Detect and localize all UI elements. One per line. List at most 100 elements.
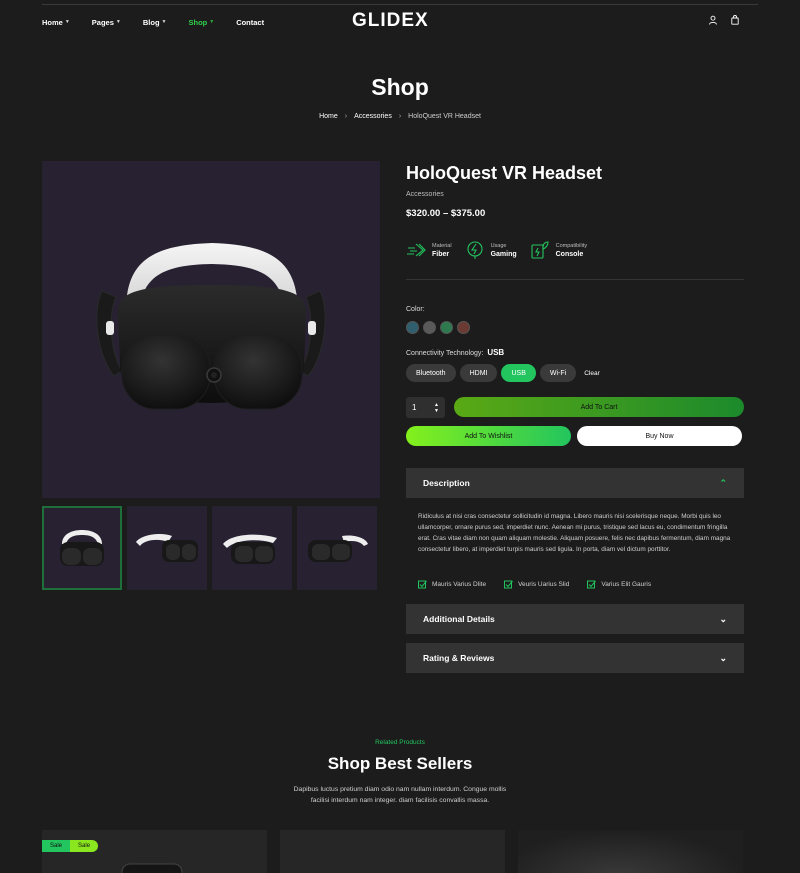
buy-now-button[interactable]: Buy Now (577, 426, 742, 446)
chevron-down-icon: ▼ (115, 19, 121, 25)
breadcrumb-accessories[interactable]: Accessories (354, 113, 392, 120)
feature-value: Fiber (432, 250, 450, 258)
chevron-down-icon[interactable]: ▼ (434, 408, 439, 414)
accordion-description-header[interactable]: Description ⌃ (406, 468, 744, 498)
quantity-value: 1 (412, 403, 417, 412)
thumbnail-back[interactable] (297, 506, 377, 590)
related-description-line: Dapibus luctus pretium diam odio nam nul… (293, 786, 507, 793)
feature-compatibility: Compatibility Console (530, 240, 587, 260)
nav-item-blog[interactable]: Blog ▼ (143, 18, 167, 27)
thumbnail-front[interactable] (42, 506, 122, 590)
thumbnail-side[interactable] (127, 506, 207, 590)
breadcrumb: Home › Accessories › HoloQuest VR Headse… (0, 113, 800, 120)
eco-power-icon (531, 241, 549, 259)
related-subtitle: Related Products (375, 739, 425, 746)
nav-label: Home (42, 17, 63, 27)
checkbox-icon (587, 580, 597, 589)
product-category[interactable]: Accessories (406, 191, 444, 198)
accordion-title: Rating & Reviews (423, 653, 495, 663)
stepper-arrows: ▲ ▼ (434, 402, 439, 414)
chevron-up-icon: ⌃ (719, 477, 727, 488)
color-swatch-green[interactable] (440, 321, 453, 334)
checklist-item: Veuris Uarius Slid (504, 580, 569, 589)
product-card[interactable] (280, 830, 505, 873)
color-swatches (406, 321, 470, 334)
chevron-right-icon: › (344, 113, 348, 120)
thumbnail-angle[interactable] (212, 506, 292, 590)
related-title: Shop Best Sellers (327, 754, 473, 773)
nav-item-home[interactable]: Home ▼ (42, 18, 70, 27)
chevron-down-icon: ▼ (161, 19, 167, 25)
chevron-down-icon: ▼ (64, 19, 70, 25)
accordion-rating-reviews-header[interactable]: Rating & Reviews ⌄ (406, 643, 744, 673)
checklist-item: Varius Elit Gauris (587, 580, 651, 589)
breadcrumb-home[interactable]: Home (319, 113, 338, 120)
chevron-right-icon: › (398, 113, 402, 120)
chevron-down-icon: ⌄ (719, 652, 727, 663)
connectivity-options: Bluetooth HDMI USB Wi-Fi Clear (406, 364, 600, 382)
lightning-icon (467, 241, 483, 259)
checklist-label: Veuris Uarius Slid (518, 581, 570, 588)
chevron-down-icon: ▼ (209, 19, 215, 25)
nav-label: Blog (142, 17, 160, 27)
option-usb[interactable]: USB (501, 364, 536, 382)
product-main-image[interactable] (42, 161, 380, 498)
nav-item-shop[interactable]: Shop ▼ (188, 18, 214, 27)
nav-label: Contact (236, 17, 265, 27)
vr-headset-thumb (308, 535, 368, 562)
add-to-wishlist-button[interactable]: Add To Wishlist (406, 426, 571, 446)
description-checklist: Mauris Varius Dlite Veuris Uarius Slid V… (418, 580, 651, 589)
nav-item-pages[interactable]: Pages ▼ (92, 18, 121, 27)
checklist-label: Varius Elit Gauris (601, 581, 652, 588)
vr-headset-thumb (136, 534, 198, 562)
breadcrumb-current: HoloQuest VR Headset (408, 113, 481, 120)
feature-label: Material (432, 242, 452, 249)
top-divider (42, 4, 758, 5)
option-bluetooth[interactable]: Bluetooth (406, 364, 456, 382)
product-card[interactable] (518, 830, 743, 873)
product-title: HoloQuest VR Headset (406, 163, 603, 183)
main-nav: Home ▼ Pages ▼ Blog ▼ Shop ▼ Contact (42, 14, 264, 30)
feature-usage: Usage Gaming (465, 240, 517, 260)
color-swatch-brown[interactable] (457, 321, 470, 334)
add-to-cart-button[interactable]: Add To Cart (454, 397, 744, 417)
vr-headset-thumb (223, 534, 277, 564)
color-swatch-gray[interactable] (423, 321, 436, 334)
nav-item-contact[interactable]: Contact (236, 18, 264, 27)
feature-label: Compatibility (555, 242, 588, 249)
site-logo[interactable]: GLIDEX (352, 10, 429, 32)
product-image (121, 863, 183, 873)
user-icon[interactable] (708, 15, 718, 25)
vr-headset-thumb (60, 530, 104, 566)
related-description: Dapibus luctus pretium diam odio nam nul… (0, 784, 800, 806)
accordion-additional-details-header[interactable]: Additional Details ⌄ (406, 604, 744, 634)
nav-icons (708, 15, 740, 25)
accordion-title: Description (423, 478, 470, 488)
page-title: Shop (371, 74, 429, 100)
option-wifi[interactable]: Wi-Fi (539, 364, 577, 382)
fiber-icon (407, 243, 426, 257)
nav-label: Pages (91, 17, 114, 27)
product-card[interactable]: Sale Sale (42, 830, 267, 873)
feature-label: Usage (490, 242, 507, 249)
related-description-line: facilisi interdum nam integer. diam faci… (310, 797, 490, 804)
accordion-title: Additional Details (423, 614, 495, 624)
option-hdmi[interactable]: HDMI (459, 364, 498, 382)
product-cards: Sale Sale (42, 830, 744, 873)
color-label: Color: (406, 306, 425, 313)
bag-icon[interactable] (730, 15, 740, 25)
feature-list: Material Fiber Usage Gaming Compatibility C… (406, 240, 587, 260)
product-price: $320.00 – $375.00 (406, 208, 486, 219)
checkbox-icon (418, 580, 427, 589)
color-swatch-teal[interactable] (406, 321, 419, 334)
chevron-down-icon: ⌄ (719, 613, 727, 624)
divider (406, 279, 744, 280)
checklist-item: Mauris Varius Dlite (418, 580, 486, 589)
checklist-label: Mauris Varius Dlite (432, 581, 487, 588)
vr-headset-image (96, 243, 326, 410)
quantity-stepper[interactable]: 1 ▲ ▼ (406, 397, 445, 418)
connectivity-label-text: Connectivity Technology: (406, 350, 484, 357)
checkbox-icon (504, 580, 513, 589)
thumbnail-strip (42, 506, 380, 590)
clear-selection-link[interactable]: Clear (584, 370, 600, 377)
